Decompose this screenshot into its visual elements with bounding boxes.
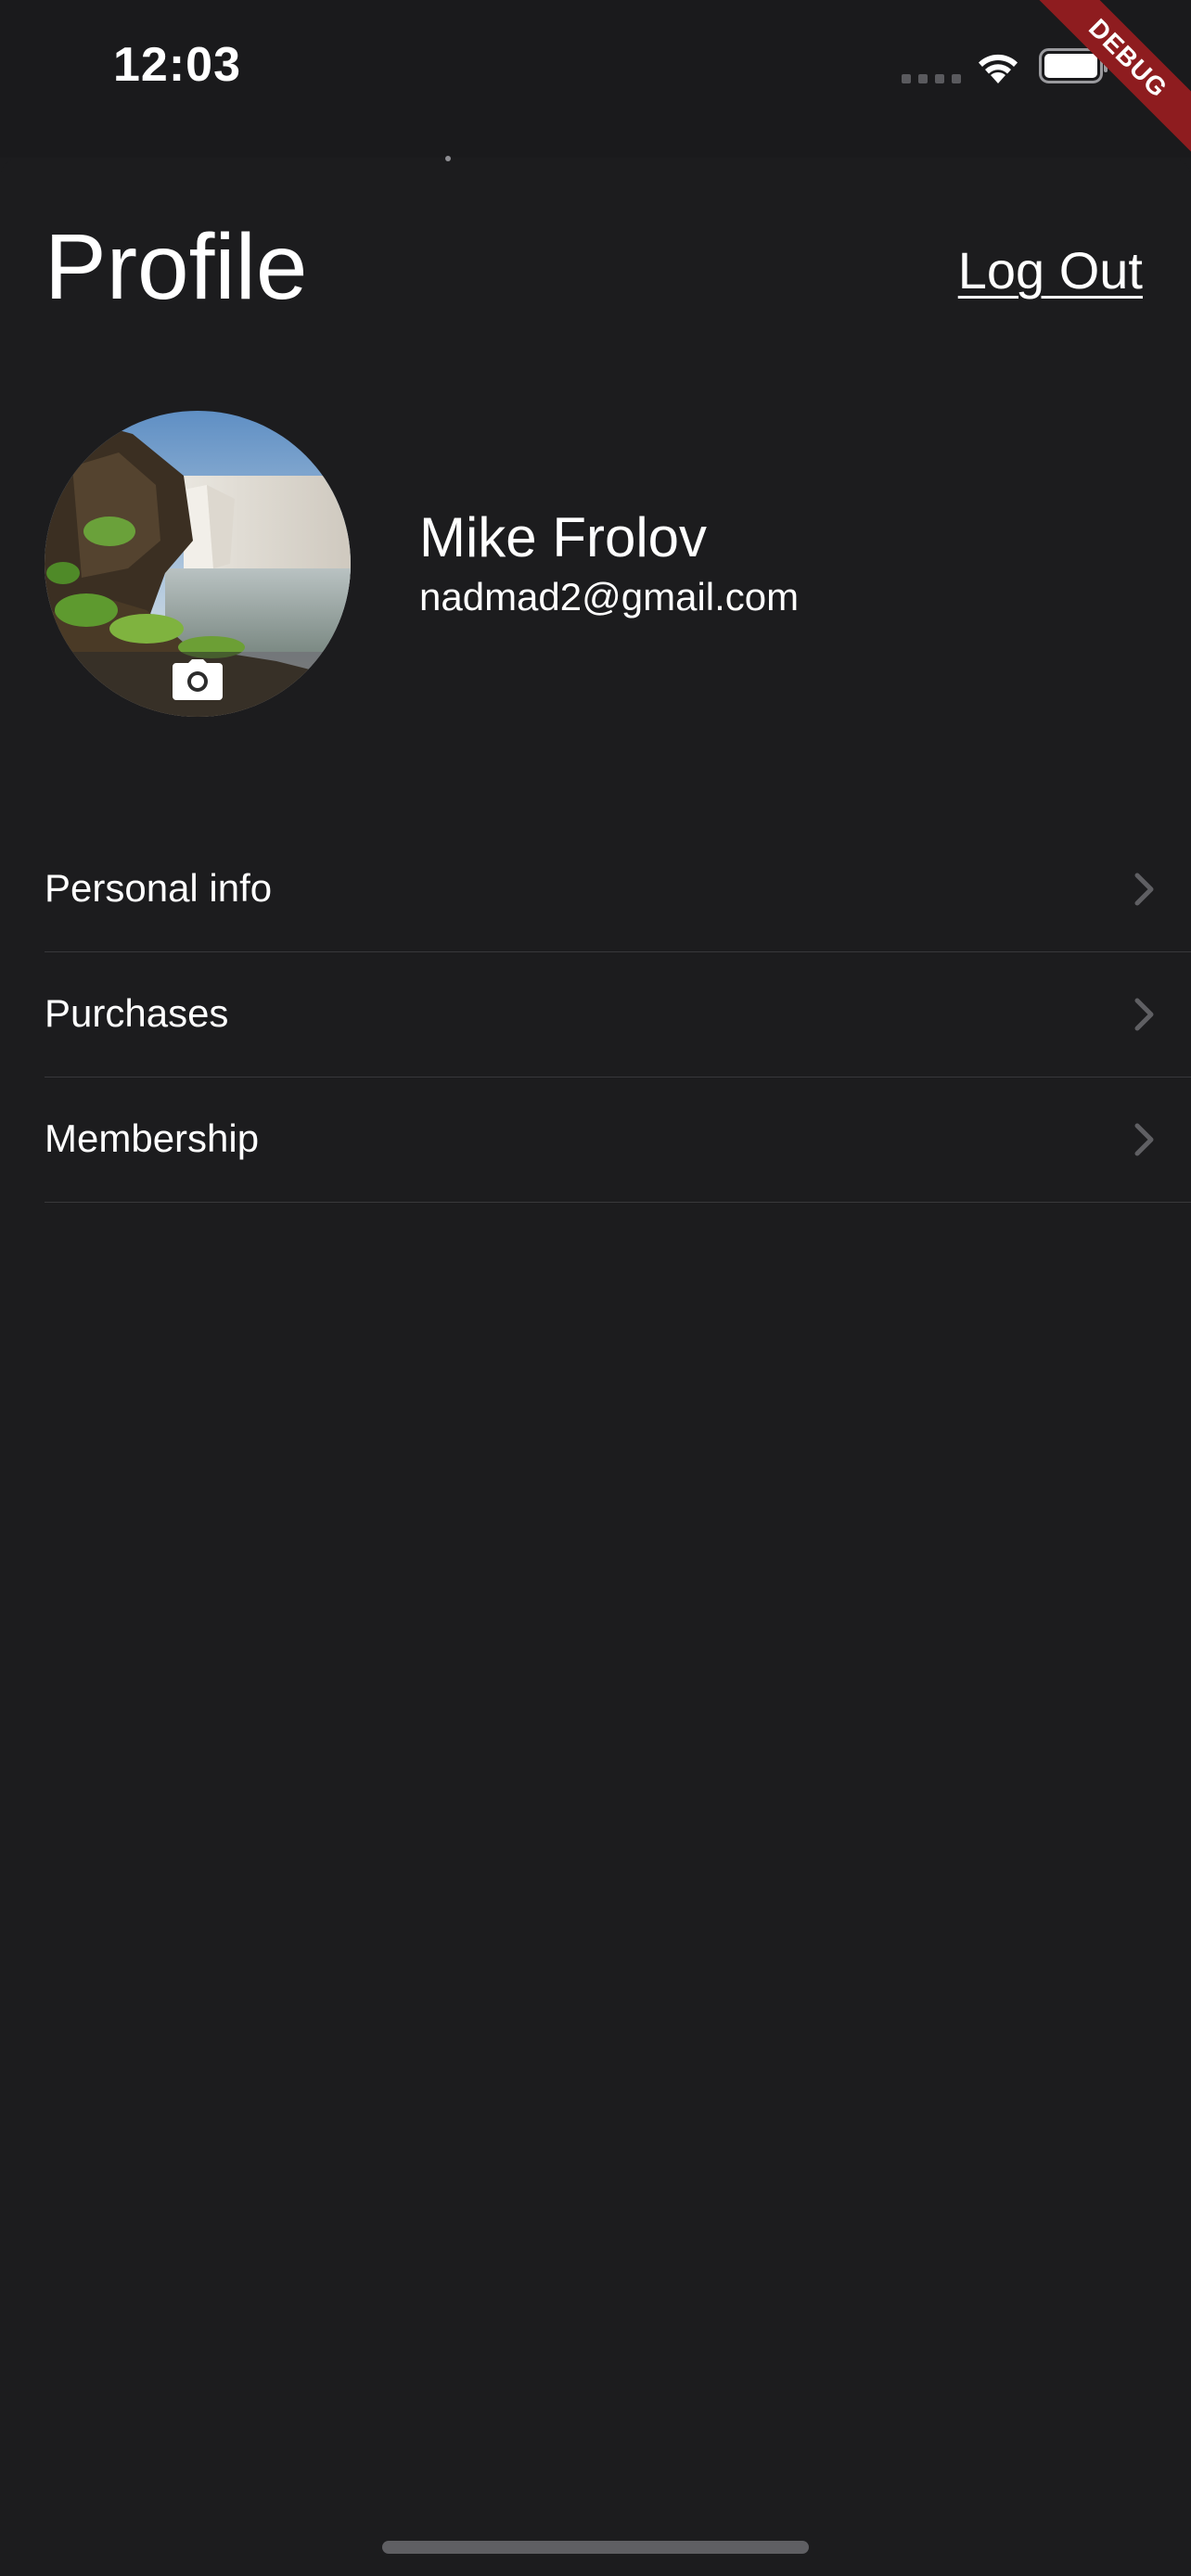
menu-item-label: Purchases xyxy=(45,991,229,1035)
status-bar: 12:03 xyxy=(0,0,1191,158)
chevron-right-icon xyxy=(1134,873,1154,906)
menu-item-membership[interactable]: Membership xyxy=(45,1078,1191,1203)
menu-item-purchases[interactable]: Purchases xyxy=(45,952,1191,1078)
cellular-signal-icon xyxy=(902,74,961,83)
menu-item-label: Membership xyxy=(45,1116,260,1160)
chevron-right-icon xyxy=(1134,1123,1154,1156)
avatar[interactable] xyxy=(45,411,351,717)
page-title: Profile xyxy=(45,215,308,319)
camera-icon[interactable] xyxy=(173,659,223,700)
logout-button[interactable]: Log Out xyxy=(958,234,1143,308)
profile-menu: Personal info Purchases Membership xyxy=(45,827,1191,1203)
wifi-icon xyxy=(979,54,1018,83)
status-time: 12:03 xyxy=(113,38,241,92)
user-name: Mike Frolov xyxy=(419,506,708,568)
home-indicator[interactable] xyxy=(382,2541,809,2554)
user-email: nadmad2@gmail.com xyxy=(419,575,800,618)
chevron-right-icon xyxy=(1134,998,1154,1031)
menu-item-personal-info[interactable]: Personal info xyxy=(45,827,1191,952)
profile-screen: 12:03 DEBUG Profile Log Out Mike Frolov … xyxy=(0,0,1191,2576)
sheet-grabber xyxy=(445,156,451,161)
menu-item-label: Personal info xyxy=(45,866,273,910)
